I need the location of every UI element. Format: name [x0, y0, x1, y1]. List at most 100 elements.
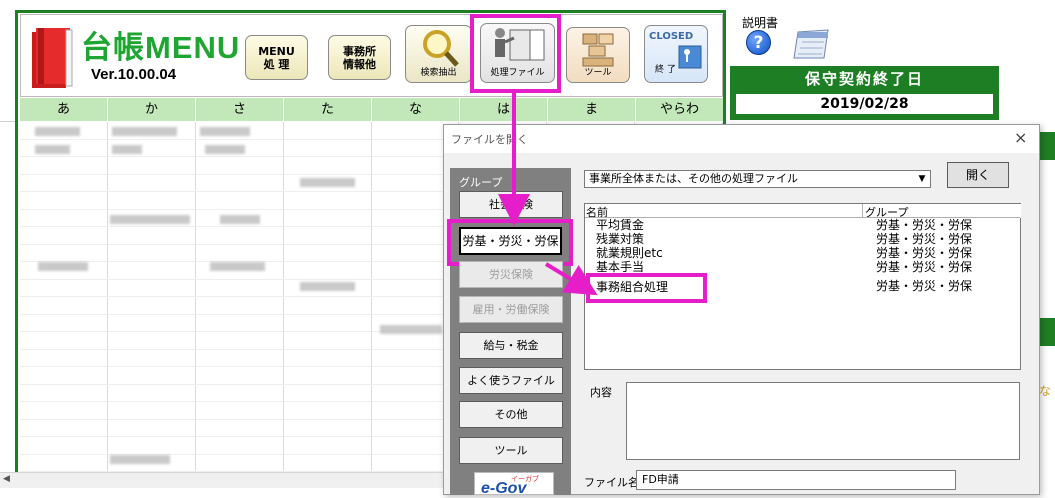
tools-button[interactable]: ツール: [566, 27, 630, 83]
grid-cell[interactable]: [108, 437, 196, 454]
column-header-name[interactable]: 名前: [585, 204, 863, 219]
kana-tab-yarawa[interactable]: やらわ: [636, 98, 723, 121]
grid-cell[interactable]: [284, 192, 372, 209]
grid-cell[interactable]: [284, 139, 372, 156]
group-button-employment[interactable]: 雇用・労働保険: [459, 296, 563, 323]
grid-cell[interactable]: [284, 332, 372, 349]
grid-cell[interactable]: [108, 367, 196, 384]
grid-cell[interactable]: [284, 454, 372, 471]
grid-cell[interactable]: [108, 262, 196, 279]
group-button-labor[interactable]: 労基・労災・労保: [459, 227, 562, 255]
grid-cell[interactable]: [20, 402, 108, 419]
chevron-down-icon[interactable]: ▼: [914, 171, 930, 187]
grid-cell[interactable]: [284, 384, 372, 401]
grid-cell[interactable]: [108, 227, 196, 244]
grid-cell[interactable]: [108, 314, 196, 331]
group-button-payroll-tax[interactable]: 給与・税金: [459, 332, 563, 359]
grid-cell[interactable]: [20, 192, 108, 209]
search-extract-button[interactable]: 検索抽出: [405, 25, 472, 83]
grid-cell[interactable]: [20, 419, 108, 436]
grid-cell[interactable]: [196, 332, 284, 349]
grid-cell[interactable]: [108, 244, 196, 261]
grid-cell[interactable]: [284, 419, 372, 436]
grid-cell[interactable]: [284, 244, 372, 261]
column-header-group[interactable]: グループ: [863, 204, 1021, 219]
open-button[interactable]: 開く: [947, 162, 1009, 188]
group-button-favorites[interactable]: よく使うファイル: [459, 367, 563, 394]
kana-tab-ta[interactable]: た: [284, 98, 372, 121]
grid-cell[interactable]: [108, 402, 196, 419]
grid-cell[interactable]: [196, 402, 284, 419]
egov-logo[interactable]: イーガブ e-Gov: [474, 472, 554, 497]
file-row[interactable]: 就業規則etc 労基・労災・労保: [585, 247, 1020, 260]
grid-cell[interactable]: [108, 384, 196, 401]
group-button-workers-comp[interactable]: 労災保険: [459, 261, 563, 288]
grid-cell[interactable]: [108, 192, 196, 209]
grid-cell[interactable]: [20, 227, 108, 244]
kana-tab-na[interactable]: な: [372, 98, 460, 121]
grid-cell[interactable]: [284, 297, 372, 314]
grid-cell[interactable]: [20, 209, 108, 226]
grid-cell[interactable]: [196, 349, 284, 366]
file-row[interactable]: 残業対策 労基・労災・労保: [585, 233, 1020, 246]
help-icon[interactable]: ?: [746, 30, 771, 55]
grid-cell[interactable]: [20, 437, 108, 454]
grid-cell[interactable]: [284, 437, 372, 454]
grid-cell[interactable]: [284, 227, 372, 244]
grid-cell[interactable]: [196, 419, 284, 436]
file-type-select[interactable]: 事業所全体または、その他の処理ファイル: [584, 170, 931, 188]
grid-cell[interactable]: [20, 314, 108, 331]
kana-tab-ha[interactable]: は: [460, 98, 548, 121]
grid-cell[interactable]: [108, 419, 196, 436]
grid-cell[interactable]: [196, 279, 284, 296]
scroll-left-icon[interactable]: ◀: [3, 474, 10, 484]
close-icon[interactable]: ×: [1014, 128, 1027, 147]
grid-cell[interactable]: [284, 402, 372, 419]
grid-cell[interactable]: [20, 349, 108, 366]
calendar-icon[interactable]: [792, 28, 830, 60]
grid-cell[interactable]: [196, 314, 284, 331]
grid-cell[interactable]: [284, 314, 372, 331]
group-button-tools[interactable]: ツール: [459, 437, 563, 464]
grid-cell[interactable]: [108, 157, 196, 174]
grid-cell[interactable]: [20, 244, 108, 261]
grid-cell[interactable]: [284, 122, 372, 139]
group-button-social-insurance[interactable]: 社会保険: [459, 191, 563, 218]
grid-cell[interactable]: [196, 157, 284, 174]
group-button-other[interactable]: その他: [459, 401, 563, 428]
grid-cell[interactable]: [196, 367, 284, 384]
grid-cell[interactable]: [108, 332, 196, 349]
office-info-button[interactable]: 事務所 情報他: [328, 35, 391, 80]
filename-input[interactable]: FD申請: [636, 470, 956, 490]
grid-cell[interactable]: [196, 244, 284, 261]
file-row[interactable]: 平均賃金 労基・労災・労保: [585, 219, 1020, 232]
file-name-highlighted[interactable]: 事務組合処理: [596, 278, 668, 295]
grid-cell[interactable]: [108, 297, 196, 314]
kana-tab-ka[interactable]: か: [108, 98, 196, 121]
menu-process-button[interactable]: MENU 処 理: [245, 35, 308, 80]
kana-tab-ma[interactable]: ま: [548, 98, 636, 121]
grid-cell[interactable]: [20, 367, 108, 384]
kana-tab-sa[interactable]: さ: [196, 98, 284, 121]
closed-exit-button[interactable]: CLOSED 終 了: [644, 25, 708, 83]
grid-cell[interactable]: [284, 262, 372, 279]
grid-cell[interactable]: [108, 279, 196, 296]
grid-cell[interactable]: [196, 227, 284, 244]
grid-cell[interactable]: [284, 157, 372, 174]
grid-cell[interactable]: [284, 209, 372, 226]
horizontal-scrollbar[interactable]: [0, 472, 445, 488]
grid-cell[interactable]: [20, 174, 108, 191]
grid-cell[interactable]: [20, 332, 108, 349]
grid-cell[interactable]: [284, 349, 372, 366]
grid-cell[interactable]: [196, 384, 284, 401]
grid-cell[interactable]: [20, 454, 108, 471]
grid-cell[interactable]: [284, 367, 372, 384]
grid-cell[interactable]: [196, 174, 284, 191]
kana-tab-a[interactable]: あ: [20, 98, 108, 121]
grid-cell[interactable]: [196, 297, 284, 314]
grid-cell[interactable]: [108, 174, 196, 191]
grid-cell[interactable]: [20, 279, 108, 296]
grid-cell[interactable]: [20, 157, 108, 174]
grid-cell[interactable]: [196, 192, 284, 209]
grid-cell[interactable]: [20, 297, 108, 314]
